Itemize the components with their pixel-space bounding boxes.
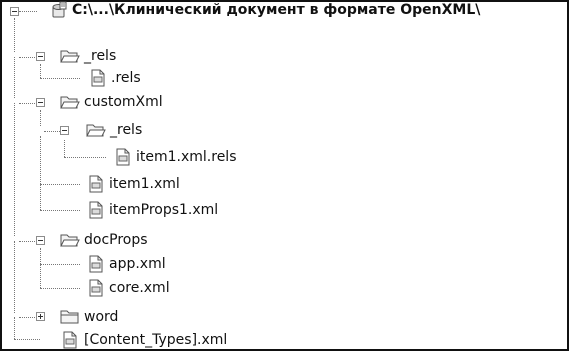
collapse-toggle[interactable]	[36, 52, 45, 61]
connector-line	[14, 241, 15, 313]
connector-line	[40, 248, 41, 288]
collapse-toggle[interactable]	[36, 98, 45, 107]
tree-item-docprops-folder[interactable]: docProps	[84, 230, 148, 250]
connector-line	[14, 103, 15, 236]
folder-open-icon	[60, 94, 80, 114]
connector-line	[40, 110, 41, 126]
connector-line	[14, 57, 15, 98]
xml-file-icon	[88, 279, 104, 301]
tree-item-customxml-rels-folder[interactable]: _rels	[110, 120, 142, 140]
collapse-toggle[interactable]	[10, 7, 19, 16]
xml-file-icon	[62, 331, 78, 353]
tree-root-label[interactable]: C:\...\Клинический документ в формате Op…	[72, 0, 480, 20]
connector-line	[14, 18, 15, 52]
tree-item-item1-file[interactable]: item1.xml	[109, 174, 180, 194]
tree-item-customxml-folder[interactable]: customXml	[84, 92, 163, 112]
folder-open-icon	[86, 122, 106, 142]
connector-line	[40, 288, 80, 289]
tree-item-content-types-file[interactable]: [Content_Types].xml	[84, 330, 227, 350]
tree-item-rels-folder[interactable]: _rels	[84, 46, 116, 66]
tree-item-rels-file[interactable]: .rels	[111, 68, 141, 88]
xml-file-icon	[115, 148, 131, 170]
connector-line	[40, 184, 80, 185]
connector-line	[14, 339, 40, 340]
tree-item-item1-rels-file[interactable]: item1.xml.rels	[136, 147, 237, 167]
connector-line	[64, 140, 65, 157]
connector-line	[40, 64, 41, 78]
folder-open-icon	[60, 48, 80, 68]
connector-line	[19, 11, 37, 12]
tree-item-core-file[interactable]: core.xml	[109, 278, 170, 298]
connector-line	[19, 57, 37, 58]
tree-item-word-folder[interactable]: word	[84, 307, 118, 327]
connector-line	[40, 210, 80, 211]
connector-line	[40, 264, 80, 265]
folder-icon	[60, 309, 80, 329]
expand-toggle[interactable]	[36, 312, 45, 321]
xml-file-icon	[88, 255, 104, 277]
file-tree: C:\...\Клинический документ в формате Op…	[0, 0, 565, 350]
connector-line	[40, 78, 80, 79]
database-icon	[50, 1, 68, 23]
connector-line	[19, 241, 37, 242]
folder-open-icon	[60, 232, 80, 252]
tree-item-app-file[interactable]: app.xml	[109, 254, 166, 274]
connector-line	[19, 103, 37, 104]
collapse-toggle[interactable]	[60, 126, 69, 135]
xml-file-icon	[88, 175, 104, 197]
connector-line	[14, 317, 15, 339]
connector-line	[19, 317, 37, 318]
xml-file-icon	[90, 69, 106, 91]
connector-line	[40, 136, 41, 210]
connector-line	[64, 157, 106, 158]
tree-item-itemprops1-file[interactable]: itemProps1.xml	[109, 200, 218, 220]
collapse-toggle[interactable]	[36, 236, 45, 245]
xml-file-icon	[88, 201, 104, 223]
